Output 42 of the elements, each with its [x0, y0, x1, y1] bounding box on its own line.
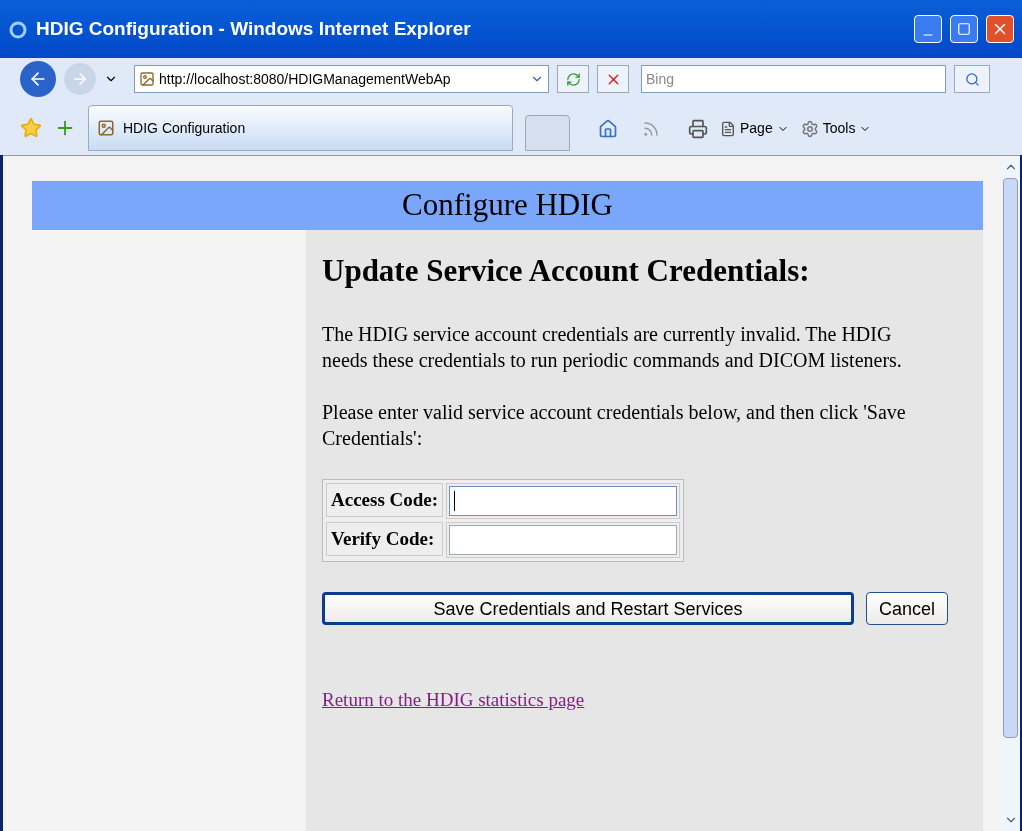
cancel-button[interactable]: Cancel — [866, 592, 949, 625]
field-label: Verify Code: — [326, 522, 444, 556]
tab-label: HDIG Configuration — [123, 118, 246, 138]
minimize-button[interactable] — [914, 15, 942, 43]
back-button[interactable] — [20, 61, 56, 97]
settings-icon — [800, 119, 819, 138]
address-field[interactable]: http://localhost:8080/HDIGManagementWebAp — [134, 65, 549, 93]
menu-label: Tools — [822, 119, 856, 138]
page-icon — [720, 120, 736, 137]
toolbar-menu-button[interactable]: Tools — [800, 118, 872, 139]
paragraph: The HDIG service account credentials are currently invalid. The HDIG needs these credentials to run periodic commands and DICOM listeners. — [322, 322, 903, 373]
search-field[interactable]: Bing — [641, 65, 946, 93]
search-button[interactable] — [954, 65, 990, 93]
refresh-icon — [565, 71, 581, 87]
text-caret — [454, 491, 456, 511]
print-icon[interactable] — [688, 118, 708, 139]
maximize-button[interactable] — [950, 15, 978, 43]
field-label: Access Code: — [326, 483, 444, 517]
window-title: HDIG Configuration - Windows Internet Explorer — [36, 16, 472, 41]
code-input-field[interactable] — [449, 525, 678, 555]
paragraph: Please enter valid service account credentials below, and then click 'Save Credentials': — [322, 400, 907, 451]
url-text: http://localhost:8080/HDIGManagementWebAp — [159, 69, 452, 89]
menu-label: Page — [740, 119, 773, 138]
scroll-thumb[interactable] — [1003, 178, 1018, 738]
feed-icon[interactable] — [642, 119, 660, 138]
home-icon[interactable] — [598, 118, 618, 139]
refresh-button[interactable] — [557, 65, 589, 93]
stop-button[interactable] — [597, 65, 629, 93]
favorites-star-icon[interactable] — [20, 117, 42, 139]
page-icon — [139, 71, 155, 87]
forward-arrow-icon — [71, 70, 89, 88]
code-input-field[interactable] — [449, 486, 678, 516]
search-icon — [964, 71, 980, 87]
maximize-icon — [957, 22, 971, 36]
browser-tab[interactable]: HDIG Configuration — [88, 105, 513, 151]
page-icon — [97, 119, 115, 137]
scrollbar[interactable] — [1001, 156, 1020, 831]
page-banner: Configure HDIG — [32, 181, 983, 230]
close-button[interactable] — [986, 15, 1014, 43]
save-button[interactable]: Save Credentials and Restart Services — [322, 592, 854, 625]
toolbar-menu-button[interactable]: Page — [720, 118, 789, 139]
statistics-link[interactable]: Return to the HDIG statistics page — [322, 687, 585, 713]
